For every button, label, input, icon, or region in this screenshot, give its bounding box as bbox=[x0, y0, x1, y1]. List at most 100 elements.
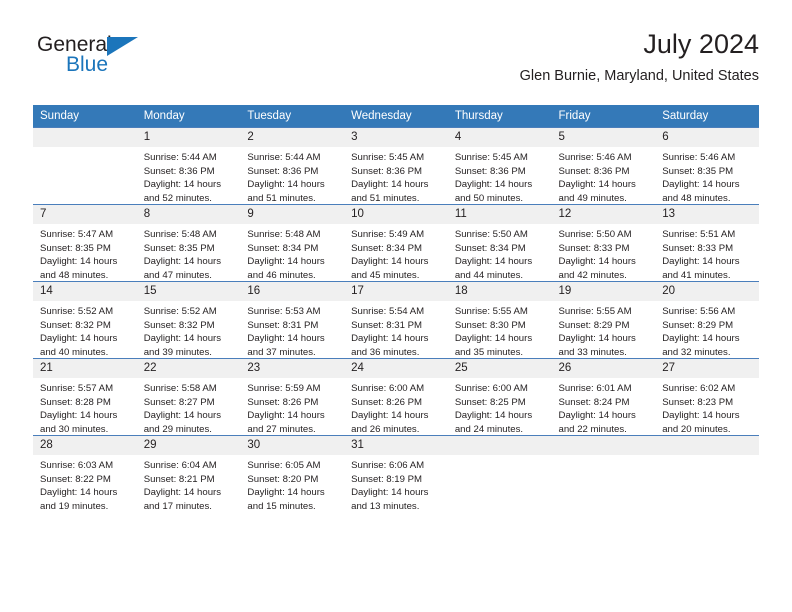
calendar-day-cell[interactable]: 25 Sunrise: 6:00 AM Sunset: 8:25 PM Dayl… bbox=[447, 358, 552, 436]
day-details: Sunrise: 6:00 AM Sunset: 8:26 PM Dayligh… bbox=[344, 378, 448, 436]
sunset-text: Sunset: 8:34 PM bbox=[351, 242, 423, 254]
daylight-text-line1: Daylight: 14 hours bbox=[40, 410, 118, 422]
calendar-day-cell[interactable]: 19 Sunrise: 5:55 AM Sunset: 8:29 PM Dayl… bbox=[551, 281, 656, 359]
daylight-text-line1: Daylight: 14 hours bbox=[351, 179, 429, 191]
daylight-text-line2: and 30 minutes. bbox=[40, 423, 109, 435]
calendar-day-cell[interactable]: 31 Sunrise: 6:06 AM Sunset: 8:19 PM Dayl… bbox=[344, 435, 448, 512]
calendar-day-cell[interactable]: 9 Sunrise: 5:48 AM Sunset: 8:34 PM Dayli… bbox=[240, 204, 345, 282]
sunrise-text: Sunrise: 5:50 AM bbox=[454, 229, 528, 240]
calendar-day-cell[interactable]: 3 Sunrise: 5:45 AM Sunset: 8:36 PM Dayli… bbox=[344, 127, 448, 205]
title-block: July 2024 Glen Burnie, Maryland, United … bbox=[520, 28, 759, 86]
day-number: 6 bbox=[655, 128, 759, 147]
sunset-text: Sunset: 8:25 PM bbox=[454, 396, 526, 408]
calendar-day-cell[interactable]: 21 Sunrise: 5:57 AM Sunset: 8:28 PM Dayl… bbox=[33, 358, 137, 436]
page-header: General Blue July 2024 Glen Burnie, Mary… bbox=[33, 28, 759, 98]
sunset-text: Sunset: 8:36 PM bbox=[247, 165, 319, 177]
day-details: Sunrise: 5:48 AM Sunset: 8:34 PM Dayligh… bbox=[240, 224, 344, 282]
daylight-text-line1: Daylight: 14 hours bbox=[351, 256, 429, 268]
day-details: Sunrise: 5:51 AM Sunset: 8:33 PM Dayligh… bbox=[655, 224, 759, 282]
calendar-day-cell[interactable]: 26 Sunrise: 6:01 AM Sunset: 8:24 PM Dayl… bbox=[551, 358, 656, 436]
day-number: 30 bbox=[240, 436, 345, 455]
calendar-day-cell[interactable]: 4 Sunrise: 5:45 AM Sunset: 8:36 PM Dayli… bbox=[447, 127, 552, 205]
calendar-day-cell bbox=[655, 435, 759, 512]
day-number: 9 bbox=[240, 205, 345, 224]
day-details: Sunrise: 6:00 AM Sunset: 8:25 PM Dayligh… bbox=[448, 378, 552, 436]
sunrise-text: Sunrise: 6:02 AM bbox=[662, 383, 736, 394]
calendar-page: General Blue July 2024 Glen Burnie, Mary… bbox=[0, 0, 792, 612]
sunset-text: Sunset: 8:36 PM bbox=[454, 165, 526, 177]
daylight-text-line1: Daylight: 14 hours bbox=[558, 179, 636, 191]
sunset-text: Sunset: 8:19 PM bbox=[351, 473, 423, 485]
general-blue-logo[interactable]: General Blue bbox=[37, 34, 147, 86]
calendar-day-cell[interactable]: 11 Sunrise: 5:50 AM Sunset: 8:34 PM Dayl… bbox=[447, 204, 552, 282]
day-details: Sunrise: 5:59 AM Sunset: 8:26 PM Dayligh… bbox=[240, 378, 344, 436]
sunset-text: Sunset: 8:28 PM bbox=[40, 396, 111, 408]
calendar-day-cell[interactable]: 20 Sunrise: 5:56 AM Sunset: 8:29 PM Dayl… bbox=[655, 281, 759, 359]
daylight-text-line2: and 33 minutes. bbox=[558, 346, 627, 358]
sunrise-text: Sunrise: 5:51 AM bbox=[662, 229, 736, 240]
sunrise-text: Sunrise: 6:06 AM bbox=[351, 460, 425, 471]
calendar-day-cell[interactable]: 29 Sunrise: 6:04 AM Sunset: 8:21 PM Dayl… bbox=[136, 435, 241, 512]
daylight-text-line2: and 19 minutes. bbox=[40, 500, 109, 512]
calendar-day-cell[interactable]: 6 Sunrise: 5:46 AM Sunset: 8:35 PM Dayli… bbox=[655, 127, 759, 205]
day-details: Sunrise: 5:50 AM Sunset: 8:34 PM Dayligh… bbox=[448, 224, 552, 282]
calendar-day-cell[interactable]: 12 Sunrise: 5:50 AM Sunset: 8:33 PM Dayl… bbox=[551, 204, 656, 282]
day-details: Sunrise: 5:53 AM Sunset: 8:31 PM Dayligh… bbox=[240, 301, 344, 359]
day-number: 5 bbox=[551, 128, 656, 147]
calendar-day-cell[interactable]: 15 Sunrise: 5:52 AM Sunset: 8:32 PM Dayl… bbox=[136, 281, 241, 359]
triangle-icon bbox=[107, 37, 138, 56]
daylight-text-line1: Daylight: 14 hours bbox=[143, 333, 222, 345]
calendar-day-cell[interactable]: 8 Sunrise: 5:48 AM Sunset: 8:35 PM Dayli… bbox=[136, 204, 241, 282]
calendar-day-cell[interactable]: 16 Sunrise: 5:53 AM Sunset: 8:31 PM Dayl… bbox=[240, 281, 345, 359]
calendar-body: 1 Sunrise: 5:44 AM Sunset: 8:36 PM Dayli… bbox=[33, 127, 759, 513]
daylight-text-line2: and 46 minutes. bbox=[247, 269, 316, 281]
sunrise-text: Sunrise: 5:50 AM bbox=[558, 229, 632, 240]
calendar-day-cell[interactable]: 24 Sunrise: 6:00 AM Sunset: 8:26 PM Dayl… bbox=[344, 358, 448, 436]
daylight-text-line2: and 39 minutes. bbox=[143, 346, 212, 358]
calendar-day-cell[interactable]: 2 Sunrise: 5:44 AM Sunset: 8:36 PM Dayli… bbox=[240, 127, 345, 205]
calendar-day-cell[interactable]: 30 Sunrise: 6:05 AM Sunset: 8:20 PM Dayl… bbox=[240, 435, 345, 513]
calendar-day-cell[interactable]: 17 Sunrise: 5:54 AM Sunset: 8:31 PM Dayl… bbox=[344, 281, 448, 359]
weekday-header-friday: Friday bbox=[551, 105, 656, 128]
sunset-text: Sunset: 8:33 PM bbox=[558, 242, 630, 254]
calendar-day-cell[interactable]: 13 Sunrise: 5:51 AM Sunset: 8:33 PM Dayl… bbox=[655, 204, 759, 282]
sunset-text: Sunset: 8:34 PM bbox=[454, 242, 526, 254]
weekday-header-sunday: Sunday bbox=[33, 105, 137, 128]
day-number: 25 bbox=[447, 359, 552, 378]
calendar-day-cell[interactable]: 1 Sunrise: 5:44 AM Sunset: 8:36 PM Dayli… bbox=[136, 127, 241, 205]
calendar-day-cell[interactable]: 22 Sunrise: 5:58 AM Sunset: 8:27 PM Dayl… bbox=[136, 358, 241, 436]
sunrise-text: Sunrise: 6:05 AM bbox=[247, 460, 321, 471]
weekday-header-wednesday: Wednesday bbox=[344, 105, 448, 128]
daylight-text-line1: Daylight: 14 hours bbox=[351, 333, 429, 345]
calendar-day-cell[interactable]: 23 Sunrise: 5:59 AM Sunset: 8:26 PM Dayl… bbox=[240, 358, 345, 436]
calendar-day-cell[interactable]: 10 Sunrise: 5:49 AM Sunset: 8:34 PM Dayl… bbox=[344, 204, 448, 282]
daylight-text-line2: and 26 minutes. bbox=[351, 423, 420, 435]
daylight-text-line2: and 37 minutes. bbox=[247, 346, 316, 358]
daylight-text-line2: and 40 minutes. bbox=[40, 346, 109, 358]
calendar-day-cell[interactable]: 27 Sunrise: 6:02 AM Sunset: 8:23 PM Dayl… bbox=[655, 358, 759, 436]
day-number: 7 bbox=[33, 205, 137, 224]
sunset-text: Sunset: 8:23 PM bbox=[662, 396, 734, 408]
sunset-text: Sunset: 8:31 PM bbox=[351, 319, 423, 331]
sunrise-text: Sunrise: 5:45 AM bbox=[351, 152, 425, 163]
daylight-text-line1: Daylight: 14 hours bbox=[247, 410, 325, 422]
calendar-day-cell[interactable]: 7 Sunrise: 5:47 AM Sunset: 8:35 PM Dayli… bbox=[33, 204, 137, 282]
daylight-text-line1: Daylight: 14 hours bbox=[247, 256, 325, 268]
calendar-day-cell[interactable]: 28 Sunrise: 6:03 AM Sunset: 8:22 PM Dayl… bbox=[33, 435, 137, 512]
daylight-text-line2: and 48 minutes. bbox=[40, 269, 109, 281]
sunrise-text: Sunrise: 5:47 AM bbox=[40, 229, 114, 240]
calendar-day-cell[interactable]: 5 Sunrise: 5:46 AM Sunset: 8:36 PM Dayli… bbox=[551, 127, 656, 205]
day-details: Sunrise: 5:46 AM Sunset: 8:35 PM Dayligh… bbox=[655, 147, 759, 205]
daylight-text-line1: Daylight: 14 hours bbox=[143, 256, 222, 268]
daylight-text-line2: and 15 minutes. bbox=[247, 500, 316, 512]
day-details: Sunrise: 6:05 AM Sunset: 8:20 PM Dayligh… bbox=[240, 455, 344, 513]
day-number: 23 bbox=[240, 359, 345, 378]
calendar-day-cell[interactable]: 18 Sunrise: 5:55 AM Sunset: 8:30 PM Dayl… bbox=[447, 281, 552, 359]
sunrise-text: Sunrise: 6:03 AM bbox=[40, 460, 114, 471]
day-number: 8 bbox=[136, 205, 241, 224]
calendar-day-cell bbox=[551, 435, 656, 512]
day-number: 16 bbox=[240, 282, 345, 301]
calendar-day-cell[interactable]: 14 Sunrise: 5:52 AM Sunset: 8:32 PM Dayl… bbox=[33, 281, 137, 359]
day-number: 29 bbox=[136, 436, 241, 455]
daylight-text-line2: and 22 minutes. bbox=[558, 423, 627, 435]
